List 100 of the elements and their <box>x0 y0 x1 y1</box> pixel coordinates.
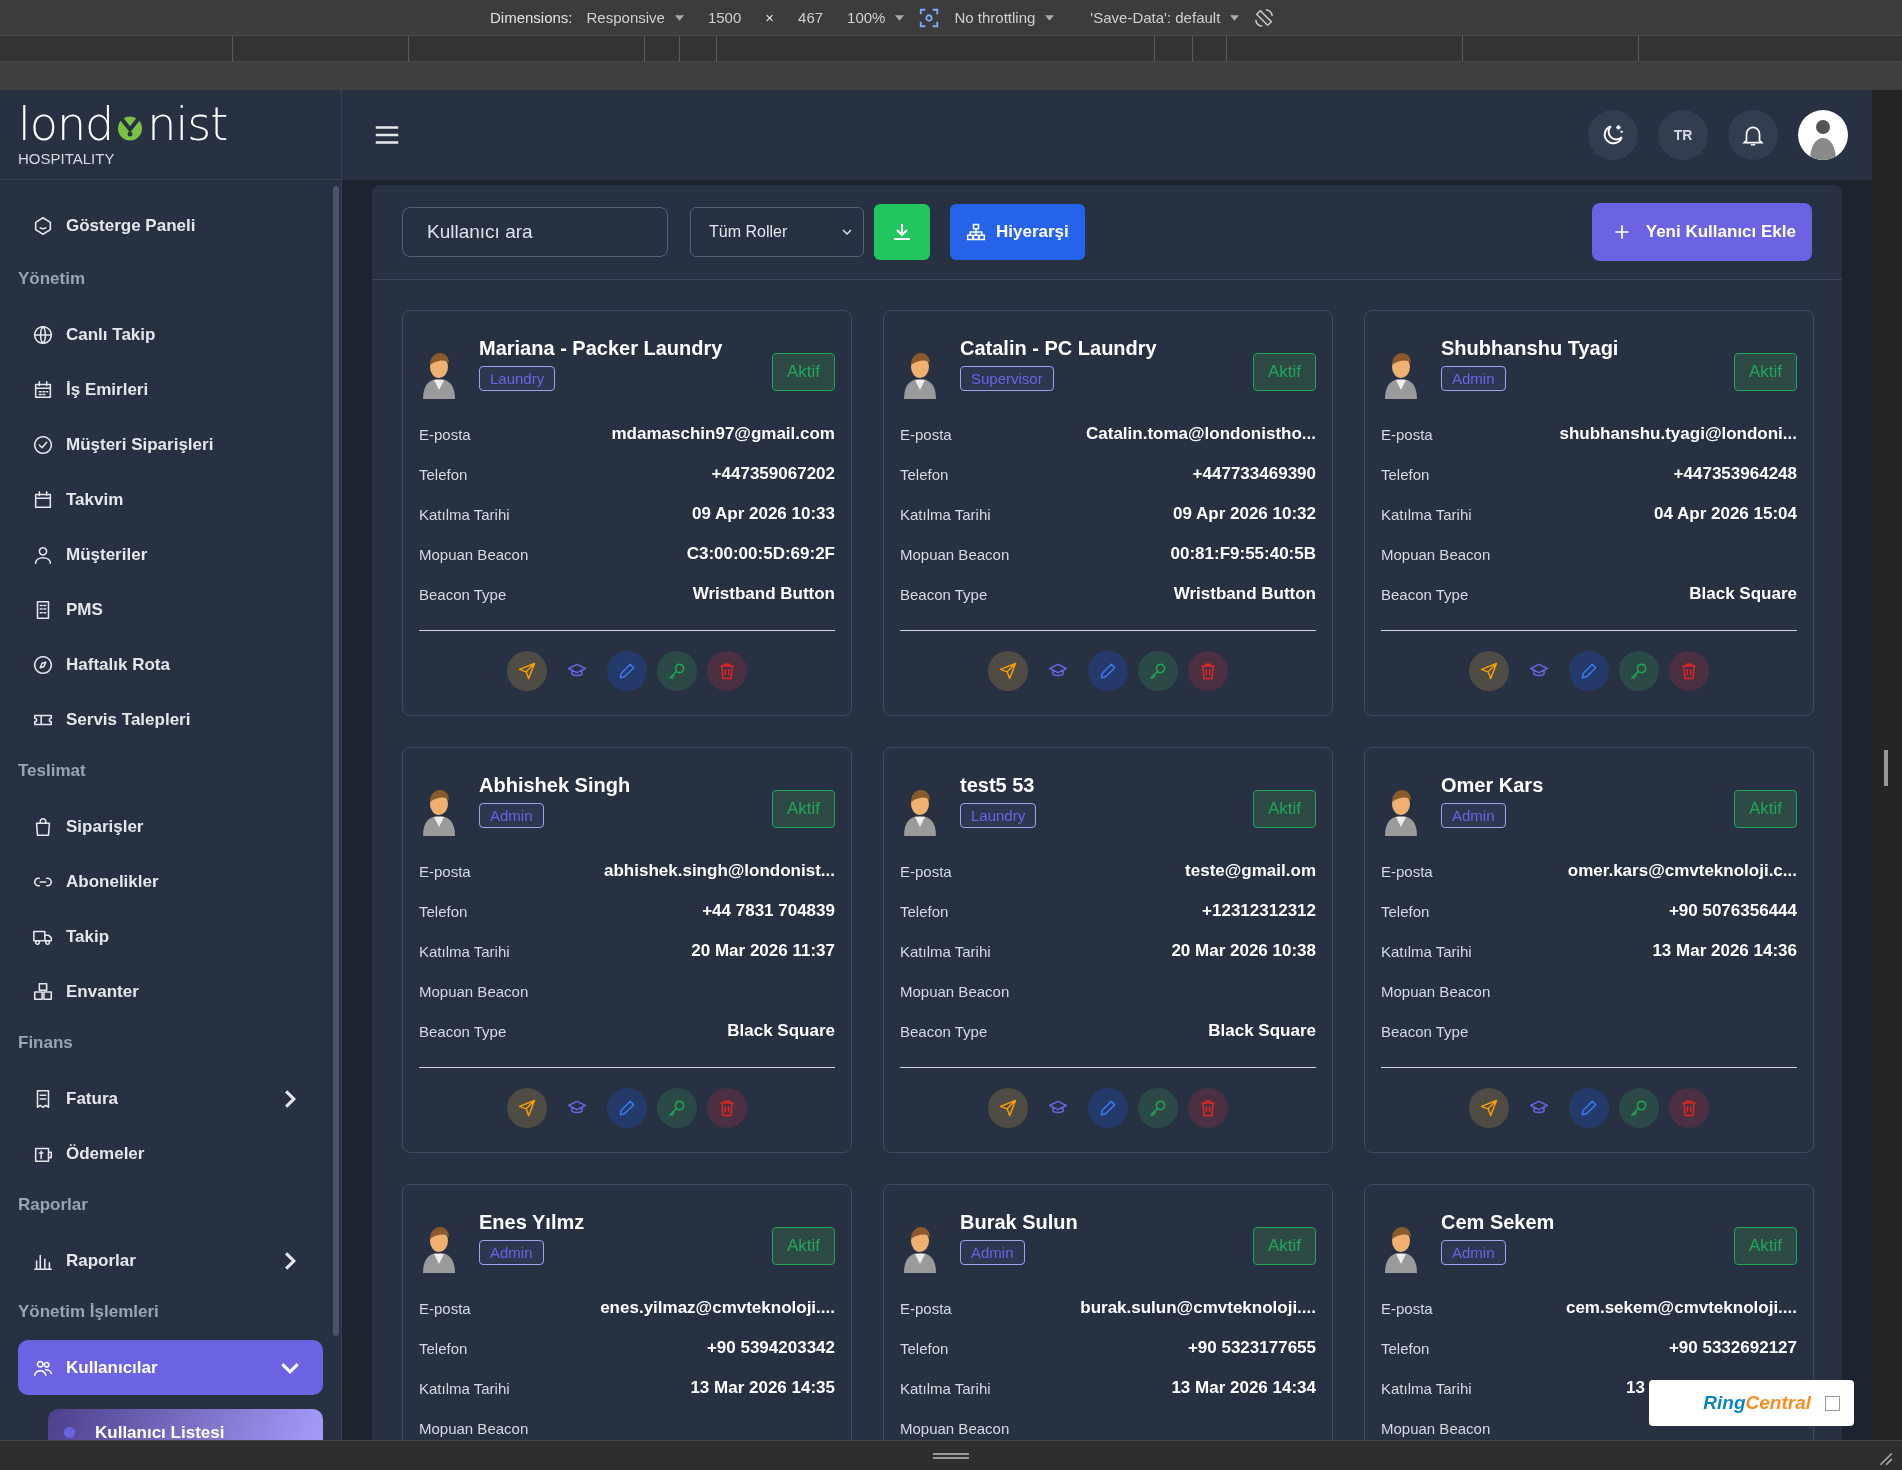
pencil-button[interactable] <box>1569 651 1609 691</box>
trash-button[interactable] <box>1669 651 1709 691</box>
rotate-icon[interactable] <box>1253 6 1276 29</box>
trash-icon <box>1198 1098 1218 1118</box>
trash-button[interactable] <box>707 651 747 691</box>
height-field[interactable]: 467 <box>788 9 834 26</box>
send-button[interactable] <box>988 1088 1028 1128</box>
send-icon <box>998 1098 1018 1118</box>
add-user-button[interactable]: Yeni Kullanıcı Ekle <box>1591 203 1812 261</box>
field-value: omer.kars@cmvteknoloji.c... <box>1567 861 1797 881</box>
sidebar-subitem[interactable]: Kullanıcı Listesi <box>48 1409 323 1440</box>
field-label: Telefon <box>900 465 949 483</box>
role-badge: Admin <box>960 1240 1025 1265</box>
pencil-button[interactable] <box>607 651 647 691</box>
field-label: Katılma Tarihi <box>1381 505 1472 523</box>
sidebar-item[interactable]: İş Emirleri <box>18 362 323 417</box>
key-button[interactable] <box>657 651 697 691</box>
field-label: Mopuan Beacon <box>1381 545 1491 563</box>
checkbox-icon[interactable] <box>1825 1395 1840 1411</box>
user-name: Omer Kars <box>1441 774 1545 797</box>
capture-icon[interactable] <box>918 6 941 29</box>
sidebar-item[interactable]: Takip <box>18 909 323 964</box>
field-label: Telefon <box>1381 1339 1430 1357</box>
user-name: Burak Sulun <box>960 1211 1079 1234</box>
field-value: 20 Mar 2026 11:37 <box>691 941 835 961</box>
language-button[interactable]: TR <box>1658 110 1708 160</box>
role-badge: Admin <box>1441 1240 1506 1265</box>
sidebar-item[interactable]: PMS <box>18 582 323 637</box>
bullet-dot-icon <box>64 1427 75 1438</box>
logo-wordmark: lond <box>18 101 114 147</box>
sidebar-item[interactable]: Raporlar <box>18 1233 323 1288</box>
role-filter-dropdown[interactable]: Tüm Roller <box>690 207 864 257</box>
globe-icon <box>32 323 54 346</box>
sidebar-item[interactable]: Haftalık Rota <box>18 637 323 692</box>
status-badge: Aktif <box>1733 353 1797 391</box>
throttling-dropdown[interactable]: No throttling <box>954 9 1055 26</box>
sidebar-item[interactable]: Fatura <box>18 1071 323 1126</box>
sidebar-item[interactable]: Müşteriler <box>18 527 323 582</box>
trash-button[interactable] <box>707 1088 747 1128</box>
sidebar-item[interactable]: Müşteri Siparişleri <box>18 417 323 472</box>
field-label: E-posta <box>900 1299 952 1317</box>
trash-button[interactable] <box>1188 1088 1228 1128</box>
pencil-button[interactable] <box>1088 651 1128 691</box>
hierarchy-button[interactable]: Hiyerarşi <box>950 204 1085 260</box>
notification-button[interactable] <box>1728 110 1778 160</box>
field-value: 13 Mar 2026 14:35 <box>690 1378 835 1398</box>
field-label: E-posta <box>900 425 952 443</box>
key-button[interactable] <box>1138 1088 1178 1128</box>
pencil-icon <box>1579 661 1599 681</box>
sidebar-item[interactable]: Envanter <box>18 964 323 1019</box>
profile-avatar[interactable] <box>1798 110 1848 160</box>
dimensions-label: Dimensions: <box>490 9 573 26</box>
sidebar-item[interactable]: Ödemeler <box>18 1126 323 1181</box>
field-label: Telefon <box>419 1339 468 1357</box>
field-value: +447359067202 <box>711 464 835 484</box>
field-label: Mopuan Beacon <box>900 982 1010 1000</box>
field-value: burak.sulun@cmvteknoloji.... <box>1080 1298 1316 1318</box>
device-dropdown[interactable]: Responsive <box>586 9 684 26</box>
sidebar-item[interactable]: Abonelikler <box>18 854 323 909</box>
send-button[interactable] <box>507 651 547 691</box>
send-button[interactable] <box>988 651 1028 691</box>
send-button[interactable] <box>507 1088 547 1128</box>
trash-icon <box>1679 661 1699 681</box>
sidebar-item[interactable]: Takvim <box>18 472 323 527</box>
send-button[interactable] <box>1469 1088 1509 1128</box>
pencil-button[interactable] <box>1569 1088 1609 1128</box>
zoom-dropdown[interactable]: 100% <box>847 9 905 26</box>
sidebar-item[interactable]: Siparişler <box>18 799 323 854</box>
field-label: Mopuan Beacon <box>419 545 529 563</box>
drag-handle-icon[interactable] <box>933 1453 969 1459</box>
theme-toggle-button[interactable] <box>1588 110 1638 160</box>
sidebar-item[interactable]: Canlı Takip <box>18 307 323 362</box>
role-badge: Admin <box>479 1240 544 1265</box>
caret-icon <box>895 14 905 21</box>
save-data-dropdown[interactable]: 'Save-Data': default <box>1090 9 1240 26</box>
field-label: Katılma Tarihi <box>900 942 991 960</box>
download-button[interactable] <box>874 204 930 260</box>
sidebar-item[interactable]: Gösterge Paneli <box>18 198 323 253</box>
key-button[interactable] <box>657 1088 697 1128</box>
width-field[interactable]: 1500 <box>697 9 752 26</box>
key-button[interactable] <box>1619 1088 1659 1128</box>
pencil-button[interactable] <box>1088 1088 1128 1128</box>
role-badge: Admin <box>479 803 544 828</box>
role-badge: Admin <box>1441 366 1506 391</box>
key-button[interactable] <box>1619 651 1659 691</box>
key-button[interactable] <box>1138 651 1178 691</box>
trash-button[interactable] <box>1669 1088 1709 1128</box>
pencil-button[interactable] <box>607 1088 647 1128</box>
key-icon <box>1629 661 1649 681</box>
send-button[interactable] <box>1469 651 1509 691</box>
field-value: +90 5394203342 <box>706 1338 835 1358</box>
status-badge: Aktif <box>771 790 835 828</box>
status-badge: Aktif <box>1252 1227 1316 1265</box>
status-badge: Aktif <box>1252 353 1316 391</box>
pencil-icon <box>1098 661 1118 681</box>
sidebar-item[interactable]: Servis Talepleri <box>18 692 323 747</box>
sidebar-item[interactable]: Kullanıcılar <box>18 1340 323 1395</box>
send-icon <box>1479 661 1499 681</box>
trash-button[interactable] <box>1188 651 1228 691</box>
search-field[interactable]: Kullanıcı ara <box>402 207 668 257</box>
